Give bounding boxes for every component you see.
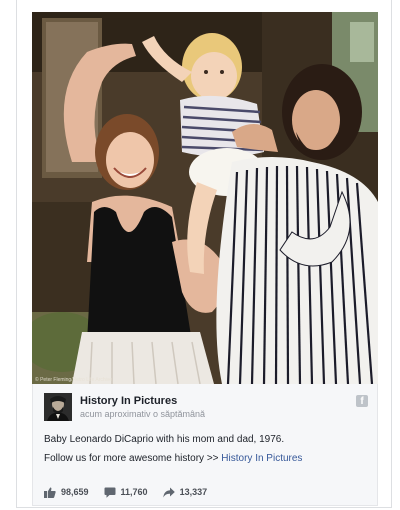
embedded-post-card: © Peter Fleming/Retro Life Archive Histo… bbox=[16, 0, 392, 508]
share-icon bbox=[162, 487, 175, 497]
comment-count: 11,760 bbox=[120, 487, 148, 497]
page-link[interactable]: History In Pictures bbox=[221, 453, 302, 464]
post-details: History In Pictures acum aproximativ o s… bbox=[32, 384, 378, 506]
post-timestamp[interactable]: acum aproximativ o săptămână bbox=[80, 409, 205, 419]
lincoln-portrait-avatar-icon bbox=[44, 393, 72, 421]
follow-prefix: Follow us for more awesome history >> bbox=[44, 453, 222, 464]
like-count: 98,659 bbox=[61, 487, 89, 497]
like-count-button[interactable]: 98,659 bbox=[44, 486, 89, 498]
comment-icon bbox=[104, 487, 116, 498]
post-caption: Baby Leonardo DiCaprio with his mom and … bbox=[44, 434, 285, 445]
photo-credit: © Peter Fleming/Retro Life Archive bbox=[35, 377, 113, 383]
post-photo[interactable]: © Peter Fleming/Retro Life Archive bbox=[32, 12, 378, 384]
share-count: 13,337 bbox=[179, 487, 208, 497]
facebook-icon[interactable]: f bbox=[356, 395, 368, 407]
family-photo-illustration bbox=[32, 12, 378, 384]
share-count-button[interactable]: 13,337 bbox=[162, 487, 208, 498]
page-name[interactable]: History In Pictures bbox=[80, 395, 177, 407]
page-avatar[interactable] bbox=[44, 393, 72, 421]
engagement-stats: 98,659 11,760 13,337 bbox=[44, 485, 222, 499]
follow-line: Follow us for more awesome history >> Hi… bbox=[44, 453, 302, 464]
comment-count-button[interactable]: 11,760 bbox=[104, 487, 148, 498]
like-icon bbox=[44, 486, 56, 498]
